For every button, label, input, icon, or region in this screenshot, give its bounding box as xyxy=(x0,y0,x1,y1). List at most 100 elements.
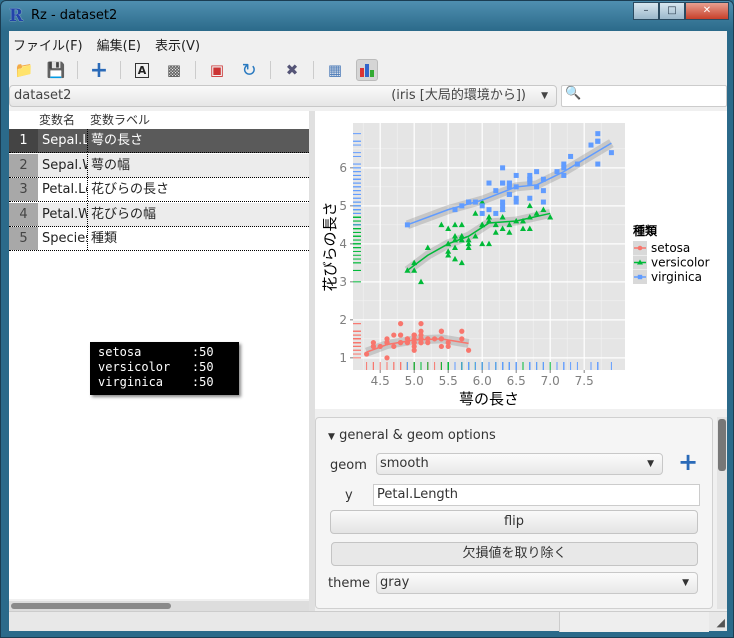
point-setosa xyxy=(438,328,444,334)
point-virginica xyxy=(493,188,499,194)
data-view-icon[interactable]: ▦ xyxy=(324,59,346,81)
theme-value: gray xyxy=(380,575,410,590)
refresh-icon[interactable]: ↻ xyxy=(238,59,260,81)
tools-icon[interactable]: ✖ xyxy=(281,59,303,81)
plot-area: 4.5 5.0 5.5 6.0 6.5 7.0 7.5 1 2 3 4 5 6 萼の長さ 花びらの長さ 種類 s… xyxy=(315,111,727,409)
legend-label: virginica xyxy=(651,270,702,284)
legend-label: setosa xyxy=(651,241,690,255)
expand-arrow-icon: ▼ xyxy=(328,432,335,442)
point-virginica xyxy=(595,138,601,144)
add-icon[interactable]: + xyxy=(88,58,110,83)
geom-select[interactable]: smooth ▼ xyxy=(376,453,663,475)
var-name: Sepal.Length xyxy=(38,129,88,152)
close-button[interactable]: ✕ xyxy=(685,2,729,20)
minimize-button[interactable]: – xyxy=(633,2,659,20)
point-virginica xyxy=(479,203,485,209)
point-virginica xyxy=(479,210,485,216)
point-setosa xyxy=(384,355,390,361)
point-virginica xyxy=(486,207,492,213)
table-row[interactable]: 5 Species 種類 xyxy=(9,227,309,251)
title-bar: R Rz - dataset2 – □ ✕ xyxy=(1,1,734,31)
section-title: general & geom options xyxy=(339,428,496,443)
menu-edit[interactable]: 編集(E) xyxy=(97,35,141,54)
point-virginica xyxy=(513,195,519,201)
point-setosa xyxy=(391,332,397,338)
variable-list: 変数名 変数ラベル 1Sepal.Length萼の長さ2Sepal.Width萼… xyxy=(9,111,309,599)
geom-label: geom xyxy=(330,458,367,473)
row-number: 4 xyxy=(9,202,38,226)
label-icon[interactable]: A xyxy=(131,59,153,81)
y-tick-label: 1 xyxy=(339,351,347,365)
x-tick-label: 6.0 xyxy=(473,374,492,388)
horizontal-scrollbar[interactable] xyxy=(9,601,309,611)
point-virginica xyxy=(486,180,492,186)
row-number: 5 xyxy=(9,227,38,250)
toolbar: 📁 💾 + A ▩ ▣ ↻ ✖ ▦ xyxy=(13,57,378,83)
point-virginica xyxy=(493,210,499,216)
app-window: R Rz - dataset2 – □ ✕ ファイル(F) 編集(E) 表示(V… xyxy=(0,0,734,638)
add-layer-icon[interactable]: + xyxy=(678,448,698,476)
y-tick-label: 6 xyxy=(339,161,347,175)
y-tick-label: 3 xyxy=(339,275,347,289)
y-label: y xyxy=(345,488,353,503)
open-folder-icon[interactable]: 📁 xyxy=(13,59,35,81)
theme-select[interactable]: gray ▼ xyxy=(376,572,698,594)
point-setosa xyxy=(391,343,397,350)
table-row[interactable]: 3Petal.Length花びらの長さ xyxy=(9,178,309,202)
table-row[interactable]: 2Sepal.Width萼の幅 xyxy=(9,153,309,178)
legend-marker xyxy=(637,274,643,280)
point-virginica xyxy=(540,188,546,194)
x-tick-label: 6.5 xyxy=(507,374,526,388)
table-row[interactable]: 4Petal.Width花びらの幅 xyxy=(9,202,309,227)
point-setosa xyxy=(398,332,404,338)
y-axis-label: 花びらの長さ xyxy=(321,201,339,291)
window-title: Rz - dataset2 xyxy=(31,8,118,23)
var-label: 萼の長さ xyxy=(91,133,144,148)
point-virginica xyxy=(588,142,594,148)
point-setosa xyxy=(459,336,465,342)
point-setosa xyxy=(445,343,451,350)
x-tick-label: 4.5 xyxy=(371,374,390,388)
delete-icon[interactable]: ▩ xyxy=(163,59,185,81)
legend-label: versicolor xyxy=(651,256,710,270)
section-toggle[interactable]: ▼ general & geom options xyxy=(328,428,496,443)
resize-grip-icon[interactable]: ◢ xyxy=(717,616,725,629)
point-virginica xyxy=(595,131,601,137)
header-var-name[interactable]: 変数名 xyxy=(39,111,76,129)
point-setosa xyxy=(418,321,424,327)
flip-button[interactable]: flip xyxy=(330,510,698,534)
save-icon[interactable]: 💾 xyxy=(45,59,67,81)
var-name: Petal.Width xyxy=(38,202,88,226)
var-label: 萼の幅 xyxy=(91,157,131,173)
y-tick-label: 2 xyxy=(339,313,347,327)
legend-title: 種類 xyxy=(633,223,658,238)
theme-label: theme xyxy=(328,576,370,591)
point-virginica xyxy=(595,161,601,167)
var-label: 種類 xyxy=(91,231,118,246)
remove-na-button[interactable]: 欠損値を取り除く xyxy=(331,542,698,566)
y-input[interactable]: Petal.Length xyxy=(373,484,700,506)
point-virginica xyxy=(500,165,506,171)
menu-view[interactable]: 表示(V) xyxy=(155,35,200,54)
import-icon[interactable]: ▣ xyxy=(206,59,228,81)
header-var-label[interactable]: 変数ラベル xyxy=(90,111,151,129)
row-number: 3 xyxy=(9,178,38,201)
point-virginica xyxy=(527,176,533,182)
tooltip: setosa :50 versicolor :50 virginica :50 xyxy=(90,342,239,395)
menu-file[interactable]: ファイル(F) xyxy=(13,35,83,54)
point-virginica xyxy=(534,169,540,175)
x-tick-label: 5.5 xyxy=(439,374,458,388)
y-tick-label: 4 xyxy=(339,237,347,251)
table-row[interactable]: 1Sepal.Length萼の長さ xyxy=(9,129,309,153)
point-virginica xyxy=(568,153,574,159)
plot-view-icon[interactable] xyxy=(356,59,378,81)
point-virginica xyxy=(608,150,614,156)
dataset-select[interactable]: dataset2 (iris [大局的環境から]) ▼ xyxy=(9,85,557,107)
search-input[interactable]: 🔍 xyxy=(561,85,727,107)
var-name: Petal.Length xyxy=(38,178,88,201)
maximize-button[interactable]: □ xyxy=(659,2,685,20)
point-setosa xyxy=(398,321,404,327)
point-virginica xyxy=(527,195,533,201)
vertical-scrollbar[interactable] xyxy=(717,417,727,609)
search-icon: 🔍 xyxy=(565,86,582,101)
